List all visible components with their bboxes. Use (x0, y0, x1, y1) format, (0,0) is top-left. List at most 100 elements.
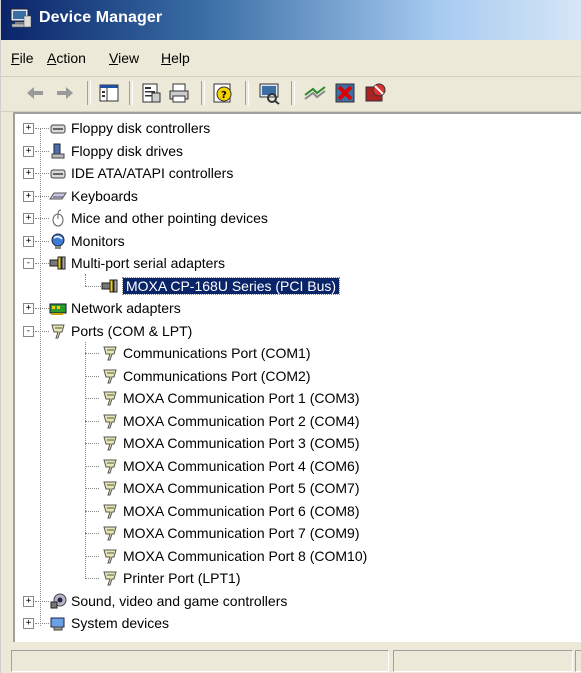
ide-controller-icon (49, 164, 67, 182)
title-bar[interactable]: Device Manager (1, 0, 581, 40)
floppy-drive-icon (49, 142, 67, 160)
collapse-toggle[interactable]: - (15, 320, 35, 342)
forward-icon[interactable] (53, 81, 77, 105)
uninstall-icon[interactable] (333, 81, 357, 105)
menu-action[interactable]: Action (47, 50, 86, 66)
port-icon (101, 367, 119, 385)
plus-icon[interactable]: + (23, 190, 34, 202)
tree-node-label: System devices (71, 615, 170, 631)
plus-icon[interactable]: + (23, 235, 34, 247)
node-ports[interactable]: Ports (COM & LPT) (49, 320, 192, 342)
node-port-6[interactable]: MOXA Communication Port 4 (COM6) (101, 455, 360, 477)
expand-toggle[interactable]: + (15, 612, 35, 634)
expand-toggle[interactable]: + (15, 162, 35, 184)
device-manager-icon (10, 8, 32, 28)
node-floppy-disk-drives[interactable]: Floppy disk drives (49, 140, 183, 162)
node-multi-port-serial-adapters[interactable]: Multi-port serial adapters (49, 252, 225, 274)
help-icon[interactable]: ? (211, 81, 235, 105)
expand-toggle[interactable]: + (15, 207, 35, 229)
toolbar-separator (201, 81, 205, 105)
minus-icon[interactable]: - (23, 325, 34, 337)
port-icon (101, 479, 119, 497)
plus-icon[interactable]: + (23, 303, 34, 314)
serial-adapter-icon (49, 254, 67, 272)
node-port-3[interactable]: MOXA Communication Port 1 (COM3) (101, 387, 360, 409)
menu-file[interactable]: File (11, 50, 34, 66)
mouse-icon (49, 209, 67, 227)
expand-toggle[interactable]: + (15, 185, 35, 207)
node-port-5[interactable]: MOXA Communication Port 3 (COM5) (101, 432, 360, 454)
show-hide-tree-icon[interactable] (97, 81, 121, 105)
system-device-icon (49, 614, 67, 632)
tree-node-label: MOXA Communication Port 1 (COM3) (123, 390, 360, 406)
toolbar: ? (1, 77, 581, 112)
tree-node-label: Floppy disk controllers (71, 120, 211, 136)
plus-icon[interactable]: + (23, 145, 34, 157)
plus-icon[interactable]: + (23, 213, 34, 224)
node-port-8[interactable]: MOXA Communication Port 6 (COM8) (101, 500, 360, 522)
menu-help-accel: H (161, 50, 172, 66)
properties-icon[interactable] (139, 81, 163, 105)
node-mice[interactable]: Mice and other pointing devices (49, 207, 268, 229)
node-sound-video-game-controllers[interactable]: Sound, video and game controllers (49, 590, 287, 612)
tree-node-label: Keyboards (71, 187, 138, 204)
floppy-controller-icon (49, 119, 67, 137)
menu-help[interactable]: Help (161, 50, 190, 66)
node-port-7[interactable]: MOXA Communication Port 5 (COM7) (101, 477, 360, 499)
node-port-10[interactable]: MOXA Communication Port 8 (COM10) (101, 545, 367, 567)
scan-hardware-icon[interactable] (257, 81, 281, 105)
expand-toggle[interactable]: + (15, 117, 35, 139)
node-port-1[interactable]: Communications Port (COM1) (101, 342, 311, 364)
collapse-toggle[interactable]: - (15, 252, 35, 274)
minus-icon[interactable]: - (23, 258, 34, 269)
node-keyboards[interactable]: Keyboards (49, 185, 138, 207)
plus-icon[interactable]: + (23, 168, 34, 179)
tree-node-label: MOXA Communication Port 5 (COM7) (123, 480, 360, 496)
node-moxa-cp168u[interactable]: MOXA CP-168U Series (PCI Bus) (101, 275, 341, 297)
update-driver-icon[interactable] (303, 81, 327, 105)
node-floppy-disk-controllers[interactable]: Floppy disk controllers (49, 117, 210, 139)
print-icon[interactable] (167, 81, 191, 105)
tree-node-label: MOXA CP-168U Series (PCI Bus) (121, 276, 341, 295)
node-port-9[interactable]: MOXA Communication Port 7 (COM9) (101, 522, 360, 544)
menu-file-label: ile (19, 50, 34, 66)
back-icon[interactable] (23, 81, 47, 105)
expand-toggle[interactable]: + (15, 230, 35, 252)
menu-bar: File Action View Help (1, 42, 581, 77)
node-monitors[interactable]: Monitors (49, 230, 125, 252)
node-network-adapters[interactable]: Network adapters (49, 297, 181, 319)
tree-node-label: Floppy disk drives (71, 142, 184, 159)
plus-icon[interactable]: + (23, 123, 34, 134)
status-pane-secondary (393, 650, 573, 672)
tree-node-label: Mice and other pointing devices (71, 210, 268, 226)
menu-view-accel: V (109, 50, 119, 66)
port-icon (101, 434, 119, 452)
node-ide-ata-atapi-controllers[interactable]: IDE ATA/ATAPI controllers (49, 162, 233, 184)
expand-toggle[interactable]: + (15, 140, 35, 162)
tree-node-label: IDE ATA/ATAPI controllers (71, 165, 234, 181)
tree-node-label: Printer Port (LPT1) (123, 570, 241, 586)
plus-icon[interactable]: + (23, 595, 34, 607)
menu-action-label: ction (56, 50, 86, 66)
device-tree[interactable]: + Floppy disk controllers + Floppy disk dri… (13, 112, 581, 642)
tree-node-label: MOXA Communication Port 3 (COM5) (123, 435, 360, 451)
port-icon (101, 569, 119, 587)
toolbar-separator (87, 81, 91, 105)
menu-view-label: iew (118, 50, 140, 66)
node-port-2[interactable]: Communications Port (COM2) (101, 365, 311, 387)
menu-view[interactable]: View (109, 50, 139, 66)
expand-toggle[interactable]: + (15, 297, 35, 319)
toolbar-separator (291, 81, 295, 105)
window-title: Device Manager (39, 9, 163, 26)
expand-toggle[interactable]: + (15, 590, 35, 612)
toolbar-separator (245, 81, 249, 105)
menu-action-accel: A (47, 50, 57, 66)
toolbar-separator (129, 81, 133, 105)
plus-icon[interactable]: + (23, 618, 34, 629)
node-system-devices[interactable]: System devices (49, 612, 169, 634)
monitor-icon (49, 232, 67, 250)
disable-icon[interactable] (363, 81, 387, 105)
node-port-11[interactable]: Printer Port (LPT1) (101, 567, 240, 589)
menu-file-accel: F (11, 50, 20, 66)
node-port-4[interactable]: MOXA Communication Port 2 (COM4) (101, 410, 360, 432)
